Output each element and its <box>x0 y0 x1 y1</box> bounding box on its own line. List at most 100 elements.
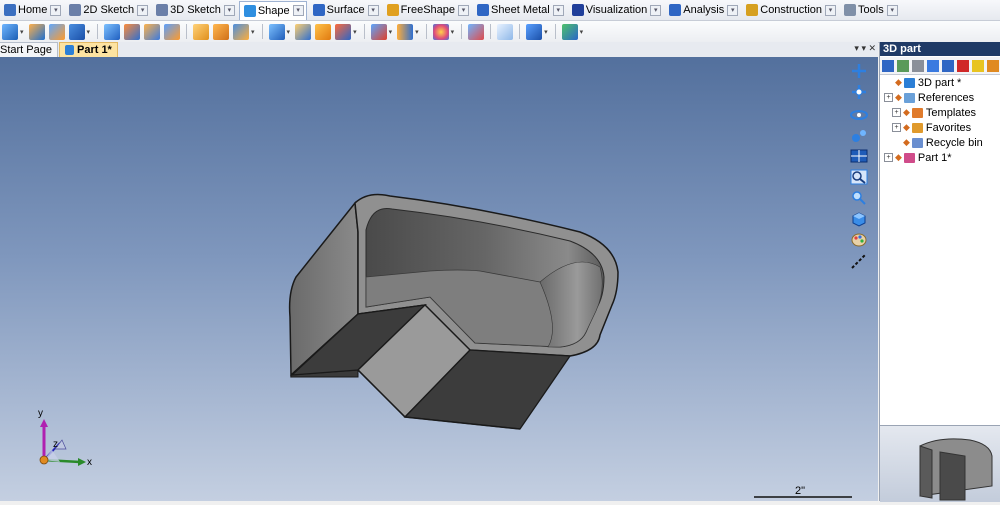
view-layout-icon[interactable] <box>850 148 868 164</box>
tree-item[interactable]: + ◆ Part 1* <box>884 150 952 165</box>
sort-icon[interactable] <box>927 59 939 72</box>
viewport-canvas[interactable] <box>0 57 878 501</box>
tab-construction[interactable]: Construction ▾ <box>742 1 838 19</box>
assembly-icon[interactable] <box>526 23 543 40</box>
render-style-icon[interactable] <box>850 232 868 248</box>
tab-tools[interactable]: Tools ▾ <box>840 1 900 19</box>
material-dropdown-icon[interactable]: ▾ <box>451 28 455 36</box>
filter-icon[interactable] <box>897 59 909 72</box>
properties-icon[interactable] <box>497 23 514 40</box>
tab-2d-sketch[interactable]: 2D Sketch ▾ <box>65 1 150 19</box>
zoom-in-icon[interactable] <box>850 63 868 79</box>
combine-dropdown-icon[interactable]: ▾ <box>353 28 357 36</box>
pattern-icon[interactable] <box>164 23 181 40</box>
cylinder-icon[interactable] <box>124 23 141 40</box>
chamfer-icon[interactable] <box>213 23 230 40</box>
constraint-dropdown-icon[interactable]: ▾ <box>580 28 584 36</box>
tab-dropdown-icon[interactable]: ▾ <box>886 4 898 16</box>
tab-3d-sketch[interactable]: 3D Sketch ▾ <box>152 1 237 19</box>
tab-dropdown-icon[interactable]: ▾ <box>292 5 304 16</box>
tree-item-label: Favorites <box>925 121 972 134</box>
material-icon[interactable] <box>432 23 449 40</box>
sweep-icon[interactable] <box>68 23 85 40</box>
tab-label: Shape <box>257 4 290 17</box>
panel-toolbar <box>880 57 1000 75</box>
tree-item[interactable]: + ◆ Favorites <box>892 120 971 135</box>
standard-views-icon[interactable] <box>850 211 868 227</box>
revolve-icon[interactable] <box>28 23 45 40</box>
tab-dropdown-icon[interactable]: ▾ <box>137 4 149 16</box>
split-icon[interactable] <box>315 23 332 40</box>
tab-dropdown-icon[interactable]: ▾ <box>367 4 379 16</box>
move-face-dropdown-icon[interactable]: ▾ <box>389 28 393 36</box>
layers-icon[interactable] <box>942 59 954 72</box>
freeshape-icon <box>386 4 399 16</box>
tree-expander-icon[interactable]: + <box>892 108 901 117</box>
tab-dropdown-icon[interactable]: ▾ <box>825 4 837 16</box>
constraint-icon[interactable] <box>561 23 578 40</box>
tree-node-icon <box>911 107 923 118</box>
document-tab-start-page[interactable]: Start Page <box>0 42 58 57</box>
shell-icon[interactable] <box>268 23 285 40</box>
mirror-icon[interactable] <box>144 23 161 40</box>
offset-face-icon[interactable] <box>397 23 414 40</box>
extrude-icon[interactable] <box>2 23 18 40</box>
tab-shape[interactable]: Shape ▾ <box>238 0 307 20</box>
tab-label: Visualization <box>585 4 648 16</box>
offset-face-dropdown-icon[interactable]: ▾ <box>415 28 419 36</box>
warning-icon[interactable] <box>972 59 984 72</box>
tab-surface[interactable]: Surface ▾ <box>309 1 381 19</box>
tree-item[interactable]: ◆ Recycle bin <box>892 135 983 150</box>
tree-item[interactable]: ◆ 3D part * <box>884 75 961 90</box>
sweep-dropdown-icon[interactable]: ▾ <box>87 28 91 36</box>
tree-expander-icon[interactable]: + <box>892 123 901 132</box>
pin-icon: ◆ <box>895 152 902 162</box>
tree-expander-icon[interactable]: + <box>884 153 893 162</box>
tab-dropdown-icon[interactable]: ▾ <box>223 4 235 16</box>
draft-dropdown-icon[interactable]: ▾ <box>251 28 255 36</box>
3d-part-model[interactable] <box>288 193 619 430</box>
combine-icon[interactable] <box>335 23 352 40</box>
draft-icon[interactable] <box>233 23 250 40</box>
part-preview-thumbnail[interactable] <box>880 425 1000 502</box>
zoom-window-icon[interactable] <box>850 169 868 185</box>
tab-home[interactable]: Home ▾ <box>0 1 63 19</box>
orbit-icon[interactable] <box>850 107 868 123</box>
delete-icon[interactable] <box>912 59 924 72</box>
tree-item[interactable]: + ◆ Templates <box>892 105 976 120</box>
fillet-icon[interactable] <box>193 23 210 40</box>
thicken-icon[interactable] <box>295 23 312 40</box>
document-tab-controls[interactable]: ▾ ▾ ✕ <box>854 43 876 54</box>
box-icon[interactable] <box>104 23 121 40</box>
ribbon-tabs: Home ▾ 2D Sketch ▾ 3D Sketch ▾ Shape ▾ Surface ▾ F… <box>0 0 1000 21</box>
properties-icon[interactable] <box>987 59 999 72</box>
zoom-extents-icon[interactable] <box>850 190 868 206</box>
tab-visualization[interactable]: Visualization ▾ <box>568 1 664 19</box>
select-icon[interactable] <box>882 59 894 72</box>
pan-icon[interactable] <box>850 84 868 100</box>
tab-dropdown-icon[interactable]: ▾ <box>552 4 564 16</box>
tab-dropdown-icon[interactable]: ▾ <box>50 4 62 16</box>
tab-sheet-metal[interactable]: Sheet Metal ▾ <box>473 1 566 19</box>
tree-expander-icon[interactable]: + <box>884 93 893 102</box>
document-tab-part-1[interactable]: Part 1* <box>58 42 118 57</box>
part-icon[interactable] <box>468 23 485 40</box>
flag-icon[interactable] <box>957 59 969 72</box>
tab-freeshape[interactable]: FreeShape ▾ <box>383 1 471 19</box>
tab-dropdown-icon[interactable]: ▾ <box>727 4 739 16</box>
pin-icon: ◆ <box>903 137 910 147</box>
pin-icon: ◆ <box>903 107 910 117</box>
shell-dropdown-icon[interactable]: ▾ <box>287 28 291 36</box>
axis-y-label: y <box>38 408 43 419</box>
tab-analysis[interactable]: Analysis ▾ <box>665 1 740 19</box>
tab-dropdown-icon[interactable]: ▾ <box>650 4 662 16</box>
tree-item[interactable]: + ◆ References <box>884 90 974 105</box>
measure-icon[interactable] <box>850 253 868 269</box>
assembly-dropdown-icon[interactable]: ▾ <box>544 28 548 36</box>
extrude-dropdown-icon[interactable]: ▾ <box>20 28 24 36</box>
3d-viewport[interactable]: y z x 2" <box>0 57 878 501</box>
tab-dropdown-icon[interactable]: ▾ <box>458 4 470 16</box>
loft-icon[interactable] <box>48 23 65 40</box>
move-face-icon[interactable] <box>370 23 387 40</box>
look-at-icon[interactable] <box>850 128 868 144</box>
